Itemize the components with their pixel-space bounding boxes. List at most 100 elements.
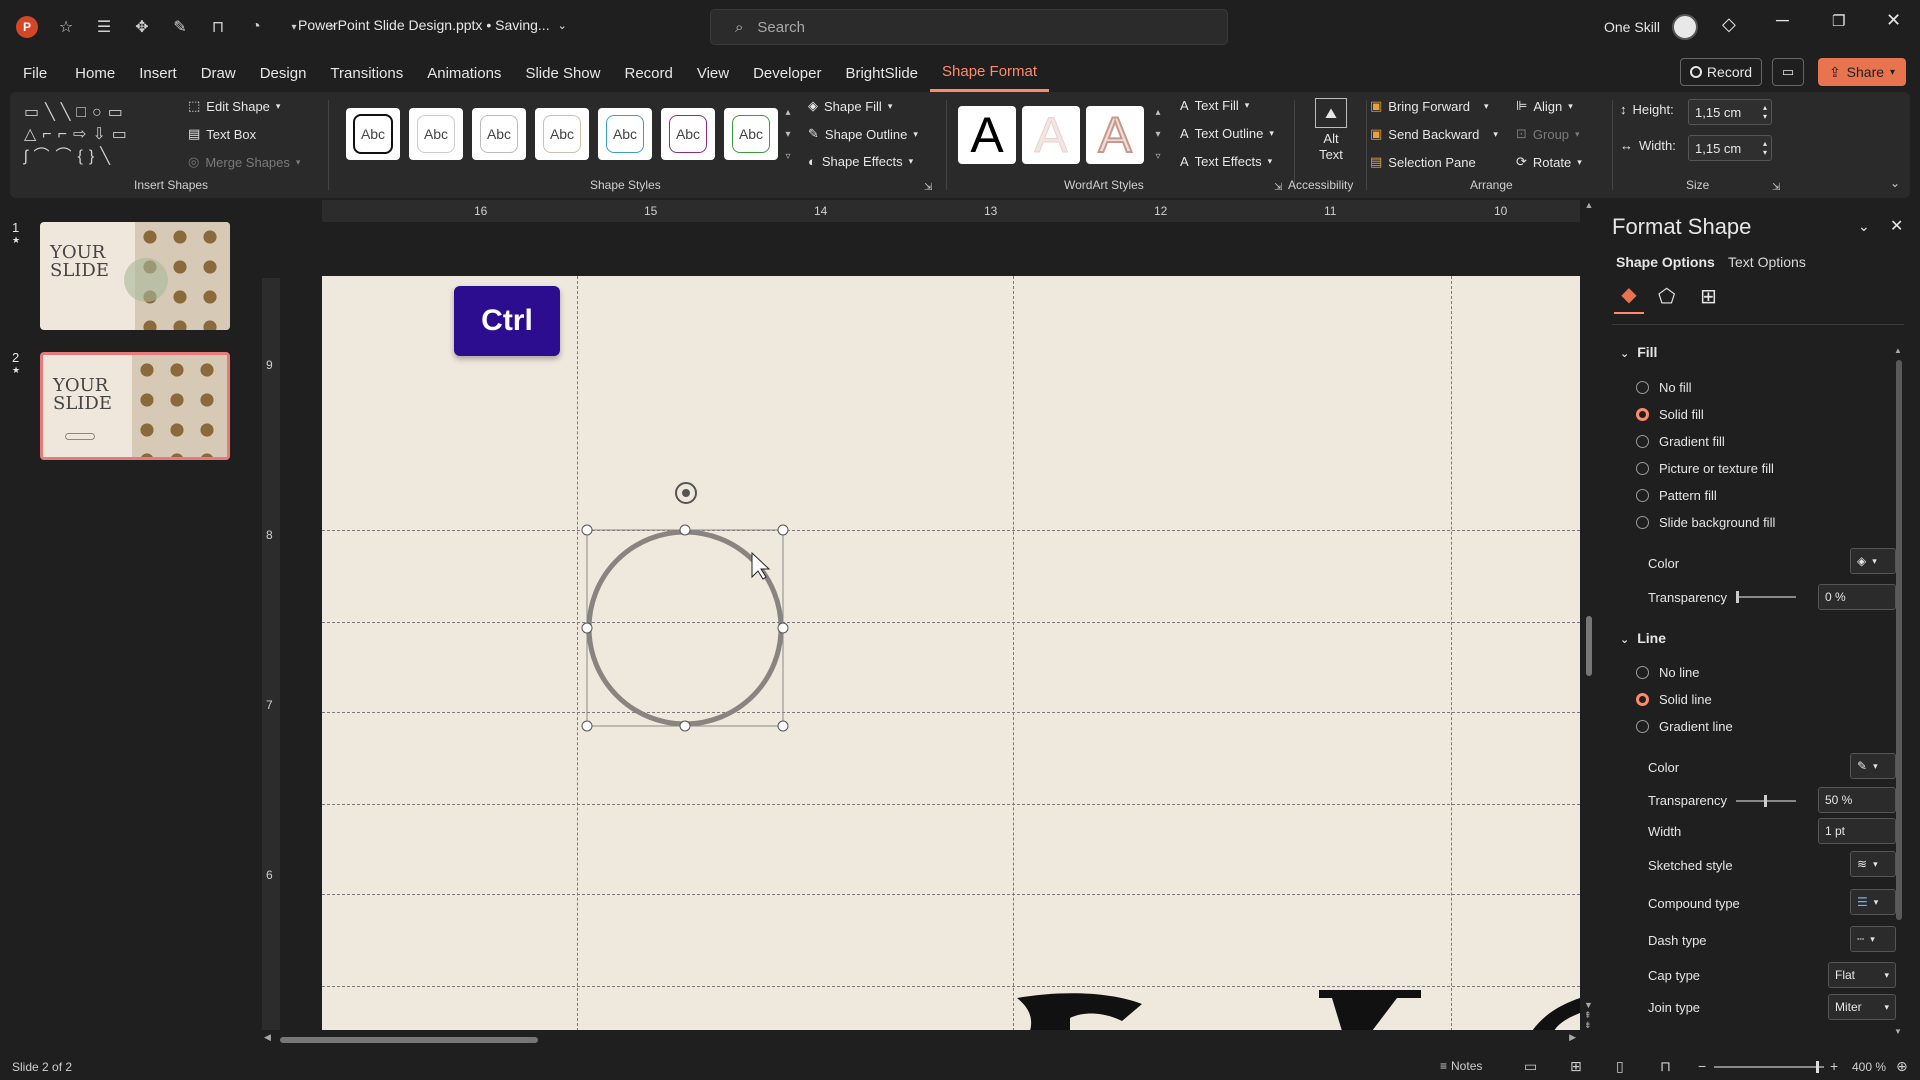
scroll-down-icon[interactable]: ▼ [1894,1027,1902,1036]
wordart-style-outline[interactable]: A [1086,106,1144,164]
fit-slide-icon[interactable]: ⊕ [1896,1058,1908,1075]
dialog-launcher-icon[interactable]: ⇲ [924,182,932,193]
avatar[interactable] [1672,14,1699,40]
pointer-icon[interactable]: ✥ [132,17,152,37]
wordart-gallery-scroll[interactable]: ▴ ▾ ▿ [1150,102,1166,170]
scroll-up-icon[interactable]: ▲ [1582,200,1596,210]
sketched-style-dropdown[interactable]: ≋ ▾ [1850,851,1896,877]
chevron-down-icon[interactable]: ⌄ [558,19,567,32]
tab-shape-format[interactable]: Shape Format [930,54,1050,92]
user-name[interactable]: One Skill [1604,19,1660,35]
send-backward-button[interactable]: ▣ Send Backward ▾ [1370,126,1498,142]
close-icon[interactable]: ✕ [1890,216,1903,236]
tab-shape-options[interactable]: Shape Options [1616,254,1715,270]
compound-type-dropdown[interactable]: ☰ ▾ [1850,889,1896,915]
slideshow-icon[interactable]: ⊓ [1660,1058,1671,1075]
tab-home[interactable]: Home [63,54,127,92]
shape-style-thumb[interactable]: Abc [346,108,400,160]
tab-text-options[interactable]: Text Options [1728,254,1806,270]
tab-brightslide[interactable]: BrightSlide [833,54,930,92]
size-properties-icon[interactable]: ⊞ [1700,284,1717,309]
diamond-icon[interactable]: ◇ [1722,14,1736,35]
pane-options-icon[interactable]: ⌄ [1858,218,1870,235]
selection-pane-button[interactable]: ▤ Selection Pane [1370,154,1476,170]
present-icon[interactable]: ⊓ [208,17,228,37]
edit-shape-button[interactable]: ⬚ Edit Shape ▾ [188,98,280,114]
radio-solid-line[interactable]: Solid line [1636,692,1712,707]
line-section-header[interactable]: ⌄ Line [1620,630,1666,646]
line-width-input[interactable]: 1 pt [1818,818,1896,844]
slide-sorter-icon[interactable]: ⊞ [1570,1058,1582,1075]
fill-transparency-slider[interactable] [1736,591,1796,603]
align-button[interactable]: ⊫ Align ▾ [1516,98,1573,114]
fill-color-picker[interactable]: ◈ ▾ [1850,548,1896,574]
tab-file[interactable]: File [11,54,59,92]
star-icon[interactable]: ☆ [56,17,76,37]
tab-animations[interactable]: Animations [415,54,513,92]
slide-thumbnail-2[interactable]: YOUR SLIDE [40,352,230,460]
minimize-icon[interactable]: ─ [1776,10,1789,31]
collapse-ribbon-icon[interactable]: ⌄ [1890,176,1900,190]
scroll-thumb[interactable] [1586,616,1592,676]
pen-icon[interactable]: ✎ [170,17,190,37]
vertical-scrollbar[interactable]: ▲ ▼ ⇞ ⇟ [1582,200,1596,1030]
shape-style-thumb[interactable]: Abc [472,108,526,160]
radio-gradient-fill[interactable]: Gradient fill [1636,434,1725,449]
tab-insert[interactable]: Insert [127,54,189,92]
zoom-level[interactable]: 400 % [1852,1060,1886,1074]
shape-outline-button[interactable]: ✎ Shape Outline ▾ [808,126,918,142]
scroll-thumb[interactable] [280,1037,538,1043]
width-input[interactable]: 1,15 cm ▴ ▾ [1688,135,1772,161]
text-effects-button[interactable]: A Text Effects ▾ [1180,154,1272,169]
fill-transparency-input[interactable]: 0 % [1818,584,1896,610]
dash-type-dropdown[interactable]: ┄ ▾ [1850,926,1896,952]
rotate-button[interactable]: ⟳ Rotate ▾ [1516,154,1582,170]
merge-shapes-button[interactable]: ◎ Merge Shapes ▾ [188,154,300,170]
zoom-in-icon[interactable]: + [1830,1058,1838,1074]
tab-design[interactable]: Design [248,54,319,92]
restore-icon[interactable]: ❐ [1832,12,1845,30]
shape-effects-button[interactable]: ◐ Shape Effects ▾ [808,154,913,169]
pane-scrollbar[interactable]: ▲ ▼ [1894,346,1904,1036]
radio-slide-background-fill[interactable]: Slide background fill [1636,515,1775,530]
zoom-slider[interactable] [1714,1061,1824,1073]
notes-button[interactable]: ≡ Notes [1440,1059,1482,1073]
shape-style-thumb[interactable]: Abc [724,108,778,160]
close-icon[interactable]: ✕ [1886,10,1901,31]
scroll-up-icon[interactable]: ▲ [1894,346,1904,355]
dialog-launcher-icon[interactable]: ⇲ [1274,182,1282,193]
shape-style-thumb[interactable]: Abc [535,108,589,160]
normal-view-icon[interactable]: ▭ [1524,1058,1537,1075]
tab-view[interactable]: View [685,54,741,92]
record-button[interactable]: Record [1680,58,1762,86]
tab-transitions[interactable]: Transitions [318,54,415,92]
text-box-button[interactable]: ▤ Text Box [188,126,256,142]
height-input[interactable]: 1,15 cm ▴ ▾ [1688,99,1772,125]
line-transparency-input[interactable]: 50 % [1818,787,1896,813]
radio-gradient-line[interactable]: Gradient line [1636,719,1733,734]
wordart-style-black[interactable]: A [958,106,1016,164]
shape-fill-button[interactable]: ◈ Shape Fill ▾ [808,98,892,114]
radio-picture-fill[interactable]: Picture or texture fill [1636,461,1774,476]
fill-line-icon[interactable]: ◆ [1614,282,1644,314]
effects-icon[interactable]: ⬠ [1658,284,1675,309]
comments-button[interactable]: ▭ [1772,58,1804,86]
tab-developer[interactable]: Developer [741,54,833,92]
wordart-style-light[interactable]: A [1022,106,1080,164]
scroll-right-icon[interactable]: ▶ [1569,1032,1576,1043]
text-outline-button[interactable]: A Text Outline ▾ [1180,126,1274,141]
line-transparency-slider[interactable] [1736,795,1796,807]
slide-thumbnail-1[interactable]: YOUR SLIDE [40,222,230,330]
shape-style-thumb[interactable]: Abc [409,108,463,160]
radio-no-line[interactable]: No line [1636,665,1699,680]
scroll-left-icon[interactable]: ◀ [264,1032,271,1043]
tab-slide-show[interactable]: Slide Show [513,54,612,92]
spinner-icon[interactable]: ▴ ▾ [1763,139,1767,157]
scroll-thumb[interactable] [1896,360,1902,920]
dialog-launcher-icon[interactable]: ⇲ [1772,182,1780,193]
alt-text-button[interactable]: ⛰ Alt Text [1306,98,1356,163]
search-box[interactable]: ⌕ Search [710,9,1228,45]
selected-circle-shape[interactable] [581,482,789,732]
bring-forward-button[interactable]: ▣ Bring Forward ▾ [1370,98,1488,114]
radio-solid-fill[interactable]: Solid fill [1636,407,1704,422]
